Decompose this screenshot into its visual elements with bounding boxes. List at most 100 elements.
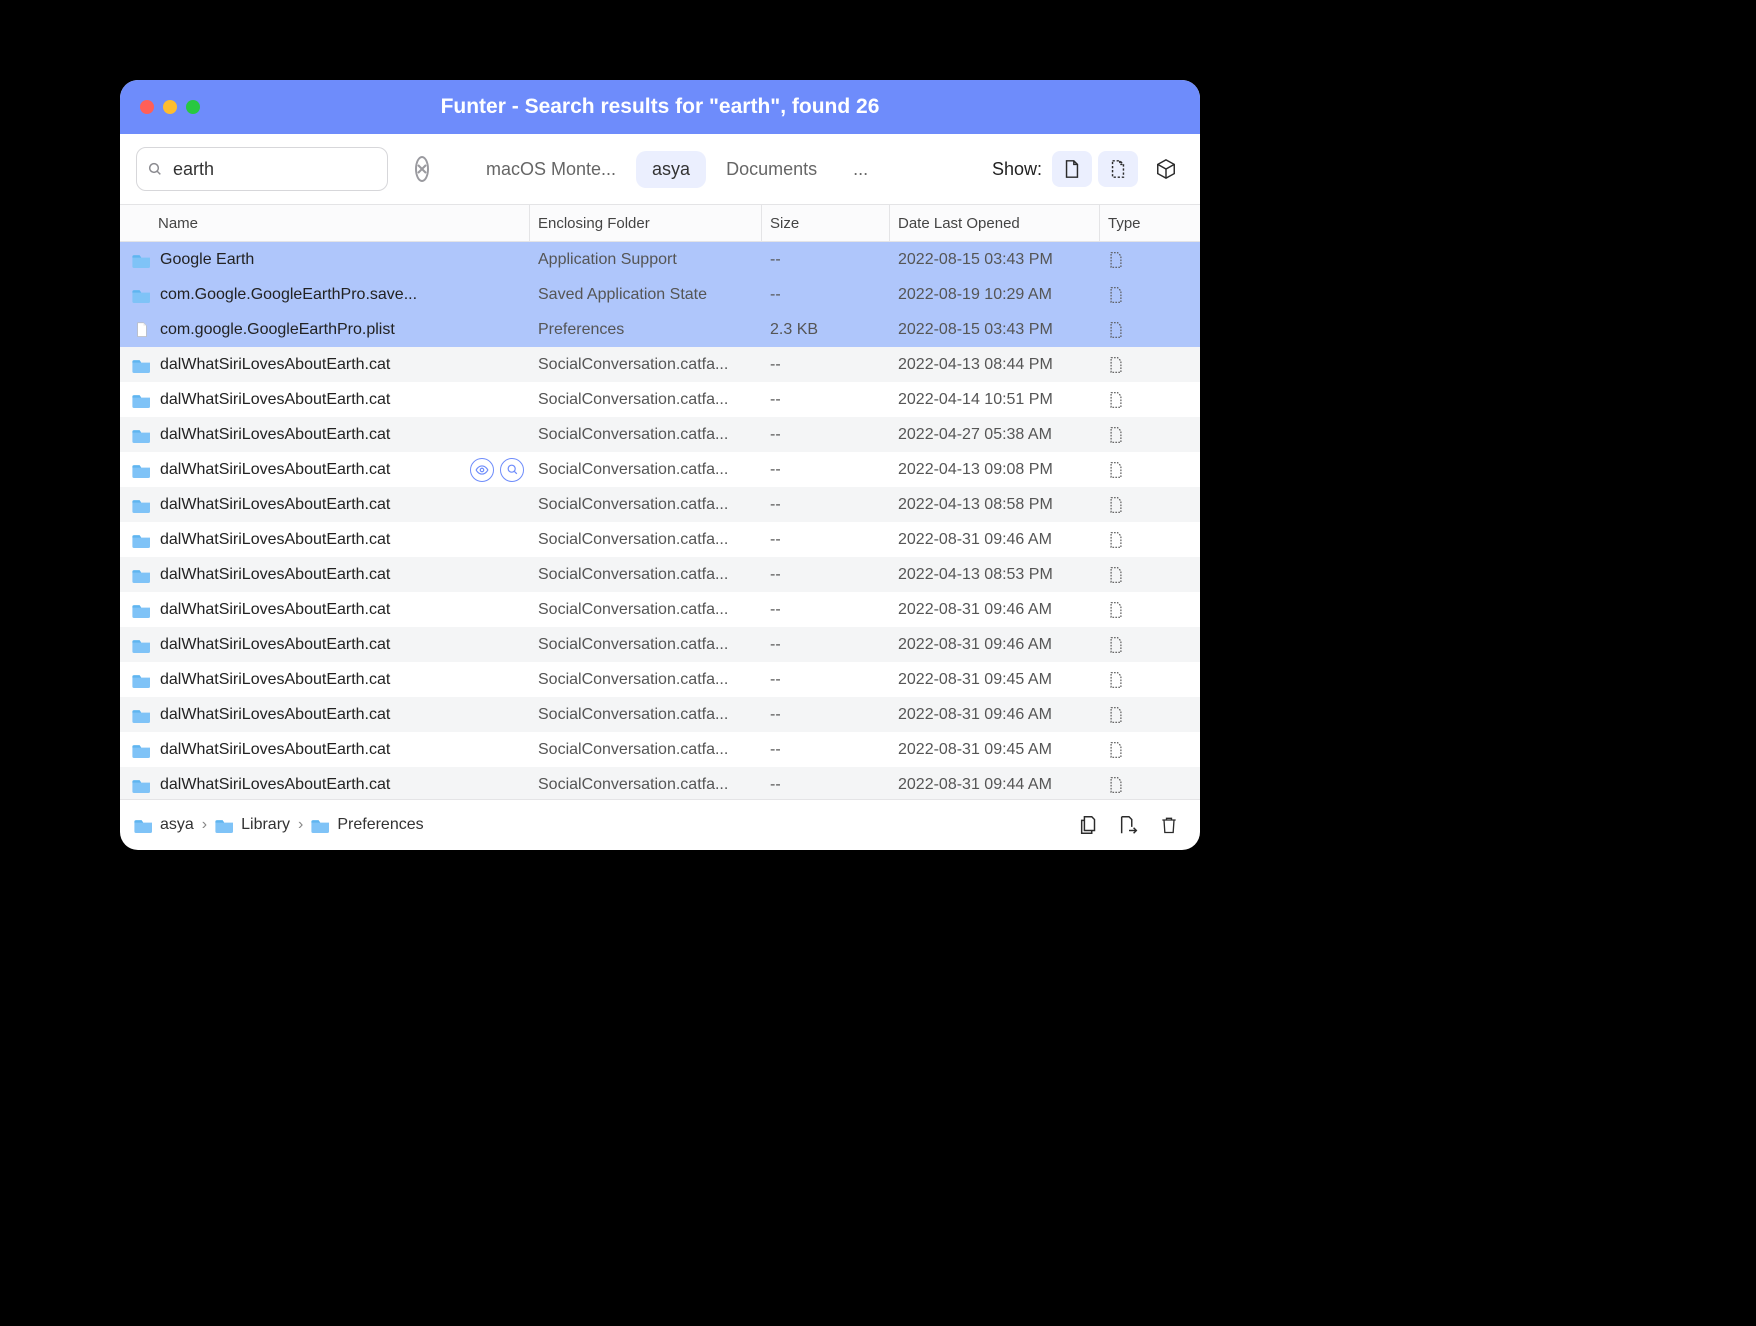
cell-date: 2022-04-27 05:38 AM <box>890 426 1100 444</box>
close-window-button[interactable] <box>140 100 154 114</box>
cell-name: com.Google.GoogleEarthPro.save... <box>132 286 530 304</box>
scope-tab-home[interactable]: asya <box>636 151 706 188</box>
cell-size: -- <box>762 671 890 689</box>
search-input[interactable] <box>171 158 407 181</box>
table-row[interactable]: dalWhatSiriLovesAboutEarth.catSocialConv… <box>120 347 1200 382</box>
cell-date: 2022-04-13 08:53 PM <box>890 566 1100 584</box>
cell-size: -- <box>762 251 890 269</box>
cell-enclosing-folder: Saved Application State <box>530 286 762 304</box>
cell-size: -- <box>762 566 890 584</box>
cell-name: com.google.GoogleEarthPro.plist <box>132 321 530 339</box>
table-row[interactable]: com.google.GoogleEarthPro.plistPreferenc… <box>120 312 1200 347</box>
file-name: dalWhatSiriLovesAboutEarth.cat <box>160 566 390 584</box>
table-row[interactable]: dalWhatSiriLovesAboutEarth.catSocialConv… <box>120 627 1200 662</box>
cell-type <box>1100 636 1160 654</box>
cell-name: dalWhatSiriLovesAboutEarth.cat <box>132 496 530 514</box>
table-row[interactable]: dalWhatSiriLovesAboutEarth.catSocialConv… <box>120 732 1200 767</box>
cell-enclosing-folder: SocialConversation.catfa... <box>530 601 762 619</box>
cell-enclosing-folder: SocialConversation.catfa... <box>530 496 762 514</box>
header-size[interactable]: Size <box>762 205 890 241</box>
zoom-window-button[interactable] <box>186 100 200 114</box>
cell-enclosing-folder: SocialConversation.catfa... <box>530 461 762 479</box>
file-name: com.Google.GoogleEarthPro.save... <box>160 286 417 304</box>
cell-name: dalWhatSiriLovesAboutEarth.cat <box>132 391 530 409</box>
file-name: dalWhatSiriLovesAboutEarth.cat <box>160 601 390 619</box>
cell-date: 2022-04-13 08:44 PM <box>890 356 1100 374</box>
table-row[interactable]: dalWhatSiriLovesAboutEarth.cat SocialConv… <box>120 487 1200 522</box>
results-list[interactable]: Google EarthApplication Support--2022-08… <box>120 242 1200 799</box>
table-row[interactable]: dalWhatSiriLovesAboutEarth.catSocialConv… <box>120 697 1200 732</box>
file-name: dalWhatSiriLovesAboutEarth.cat <box>160 706 390 724</box>
file-name: dalWhatSiriLovesAboutEarth.cat <box>160 496 390 514</box>
header-date-last-opened[interactable]: Date Last Opened <box>890 205 1100 241</box>
cell-enclosing-folder: SocialConversation.catfa... <box>530 426 762 444</box>
table-row[interactable]: dalWhatSiriLovesAboutEarth.catSocialConv… <box>120 382 1200 417</box>
cell-type <box>1100 496 1160 514</box>
path-breadcrumb[interactable]: asya›Library›Preferences <box>134 816 424 834</box>
cell-enclosing-folder: SocialConversation.catfa... <box>530 356 762 374</box>
show-visible-files-button[interactable] <box>1052 151 1092 187</box>
cell-type <box>1100 461 1160 479</box>
breadcrumb-segment[interactable]: asya <box>134 816 194 834</box>
table-row[interactable]: dalWhatSiriLovesAboutEarth.cat SocialConv… <box>120 452 1200 487</box>
search-field[interactable] <box>136 147 388 191</box>
title-bar[interactable]: Funter - Search results for "earth", fou… <box>120 80 1200 134</box>
cell-type <box>1100 706 1160 724</box>
table-row[interactable]: dalWhatSiriLovesAboutEarth.catSocialConv… <box>120 522 1200 557</box>
cell-enclosing-folder: SocialConversation.catfa... <box>530 741 762 759</box>
table-row[interactable]: dalWhatSiriLovesAboutEarth.cat SocialConv… <box>120 592 1200 627</box>
show-label: Show: <box>992 159 1042 180</box>
table-row[interactable]: dalWhatSiriLovesAboutEarth.catSocialConv… <box>120 662 1200 697</box>
show-hidden-files-button[interactable] <box>1098 151 1138 187</box>
header-enclosing-folder[interactable]: Enclosing Folder <box>530 205 762 241</box>
cell-name: dalWhatSiriLovesAboutEarth.cat <box>132 601 530 619</box>
minimize-window-button[interactable] <box>163 100 177 114</box>
cell-date: 2022-08-31 09:44 AM <box>890 776 1100 794</box>
cell-size: -- <box>762 706 890 724</box>
scope-tab-documents[interactable]: Documents <box>710 151 833 188</box>
scope-tab-volume[interactable]: macOS Monte... <box>470 151 632 188</box>
copy-button[interactable] <box>1072 808 1106 842</box>
file-name: com.google.GoogleEarthPro.plist <box>160 321 395 339</box>
reveal-icon[interactable] <box>470 458 494 482</box>
clear-search-button[interactable] <box>415 156 429 182</box>
cell-date: 2022-08-31 09:46 AM <box>890 636 1100 654</box>
cell-name: dalWhatSiriLovesAboutEarth.cat <box>132 458 530 482</box>
table-row[interactable]: dalWhatSiriLovesAboutEarth.catSocialConv… <box>120 417 1200 452</box>
cell-size: -- <box>762 776 890 794</box>
show-filter: Show: <box>992 151 1184 187</box>
cell-name: dalWhatSiriLovesAboutEarth.cat <box>132 636 530 654</box>
search-icon <box>147 161 163 177</box>
cell-type <box>1100 601 1160 619</box>
cell-size: -- <box>762 636 890 654</box>
table-row[interactable]: dalWhatSiriLovesAboutEarth.catSocialConv… <box>120 767 1200 799</box>
cell-name: dalWhatSiriLovesAboutEarth.cat <box>132 741 530 759</box>
file-name: dalWhatSiriLovesAboutEarth.cat <box>160 461 390 479</box>
cell-date: 2022-08-31 09:46 AM <box>890 531 1100 549</box>
window-controls <box>140 100 200 114</box>
header-type[interactable]: Type <box>1100 205 1160 241</box>
show-packages-button[interactable] <box>1148 151 1184 187</box>
cell-name: dalWhatSiriLovesAboutEarth.cat <box>132 566 530 584</box>
cell-name: dalWhatSiriLovesAboutEarth.cat <box>132 531 530 549</box>
cell-date: 2022-08-19 10:29 AM <box>890 286 1100 304</box>
cell-size: -- <box>762 286 890 304</box>
scope-tab-more[interactable]: ... <box>837 151 884 188</box>
move-button[interactable] <box>1112 808 1146 842</box>
cell-enclosing-folder: SocialConversation.catfa... <box>530 566 762 584</box>
cell-enclosing-folder: SocialConversation.catfa... <box>530 671 762 689</box>
breadcrumb-segment[interactable]: Preferences <box>311 816 423 834</box>
cell-size: 2.3 KB <box>762 321 890 339</box>
breadcrumb-segment[interactable]: Library <box>215 816 290 834</box>
reveal-finder-icon[interactable] <box>500 458 524 482</box>
table-row[interactable]: dalWhatSiriLovesAboutEarth.cat SocialConv… <box>120 557 1200 592</box>
cell-date: 2022-08-15 03:43 PM <box>890 251 1100 269</box>
cell-enclosing-folder: SocialConversation.catfa... <box>530 776 762 794</box>
cell-name: dalWhatSiriLovesAboutEarth.cat <box>132 671 530 689</box>
trash-button[interactable] <box>1152 808 1186 842</box>
header-name[interactable]: Name <box>150 205 530 241</box>
table-row[interactable]: com.Google.GoogleEarthPro.save... Saved A… <box>120 277 1200 312</box>
cell-name: Google Earth <box>132 251 530 269</box>
breadcrumb-separator: › <box>298 816 303 834</box>
table-row[interactable]: Google EarthApplication Support--2022-08… <box>120 242 1200 277</box>
